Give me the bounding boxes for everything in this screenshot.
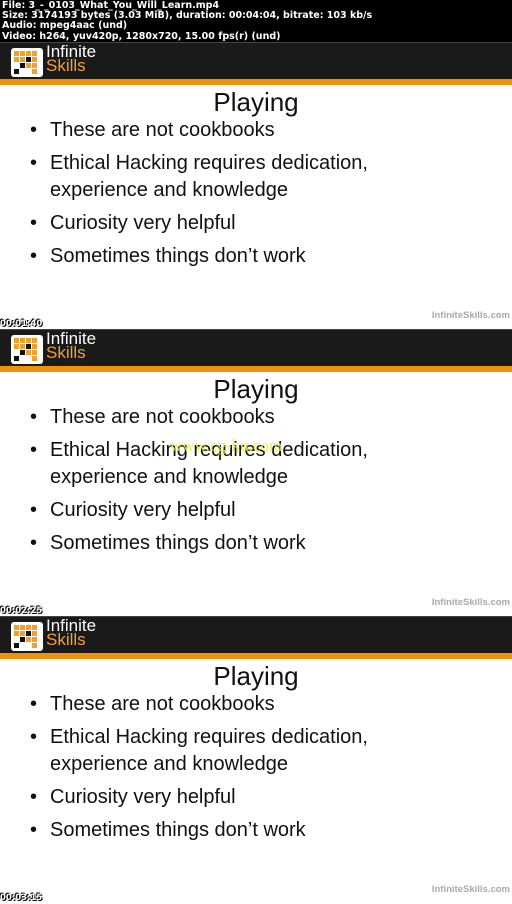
bullet-item: Sometimes things don’t work (30, 243, 380, 270)
slide-title: Playing (213, 87, 299, 117)
orange-divider (0, 366, 512, 372)
frame-timestamp: 00:01:40 (0, 319, 43, 329)
file-info-header: File: 3_-_0103_What_You_Will_Learn.mp4 S… (0, 0, 512, 42)
orange-divider (0, 79, 512, 85)
bullet-item: Curiosity very helpful (30, 210, 380, 237)
orange-divider (0, 653, 512, 659)
slide-title: Playing (213, 661, 299, 691)
bullet-item: Sometimes things don’t work (30, 530, 380, 557)
bullet-list: These are not cookbooks Ethical Hacking r… (30, 691, 380, 850)
brand-name: Infinite Skills (46, 42, 97, 75)
slide-header-bar: Infinite Skills (0, 330, 512, 366)
infinite-skills-logo-icon (11, 335, 43, 364)
site-watermark: InfiniteSkills.com (431, 310, 510, 321)
slide-header-bar: Infinite Skills (0, 617, 512, 653)
bullet-item: Curiosity very helpful (30, 784, 380, 811)
bullet-list: These are not cookbooksEthical Hacking r… (30, 404, 380, 563)
bullet-item: Ethical Hacking requires dedication, exp… (30, 150, 380, 204)
bullet-item: Ethical Hacking requires dedication, exp… (30, 724, 380, 778)
bullet-item: These are not cookbooks (30, 117, 380, 144)
brand-name: Infinite Skills (46, 329, 97, 362)
video-frame: InfiniteSkills PlayingThese are not cookb… (0, 616, 512, 903)
video-info: Video: h264, yuv420p, 1280x720, 15.00 fp… (2, 30, 281, 42)
video-frame: InfiniteSkills PlayingThese are not cookb… (0, 42, 512, 329)
bullet-item: These are not cookbooks (30, 404, 380, 431)
site-watermark: InfiniteSkills.com (431, 597, 510, 608)
slide-title: Playing (213, 374, 299, 404)
bullet-item: These are not cookbooks (30, 691, 380, 718)
video-frame: InfiniteSkills PlayingThese are not cookb… (0, 329, 512, 616)
site-watermark: InfiniteSkills.com (431, 884, 510, 895)
overlay-watermark: www.cg-ku.com (170, 436, 283, 455)
frame-timestamp: 00:02:25 (0, 606, 43, 616)
brand-name: Infinite Skills (46, 616, 97, 649)
infinite-skills-logo-icon (11, 622, 43, 651)
infinite-skills-logo-icon (11, 48, 43, 77)
bullet-item: Sometimes things don’t work (30, 817, 380, 844)
bullet-list: These are not cookbooks Ethical Hacking r… (30, 117, 380, 276)
slide-header-bar: Infinite Skills (0, 43, 512, 79)
bullet-item: Curiosity very helpful (30, 497, 380, 524)
frame-timestamp: 00:03:15 (0, 893, 43, 903)
